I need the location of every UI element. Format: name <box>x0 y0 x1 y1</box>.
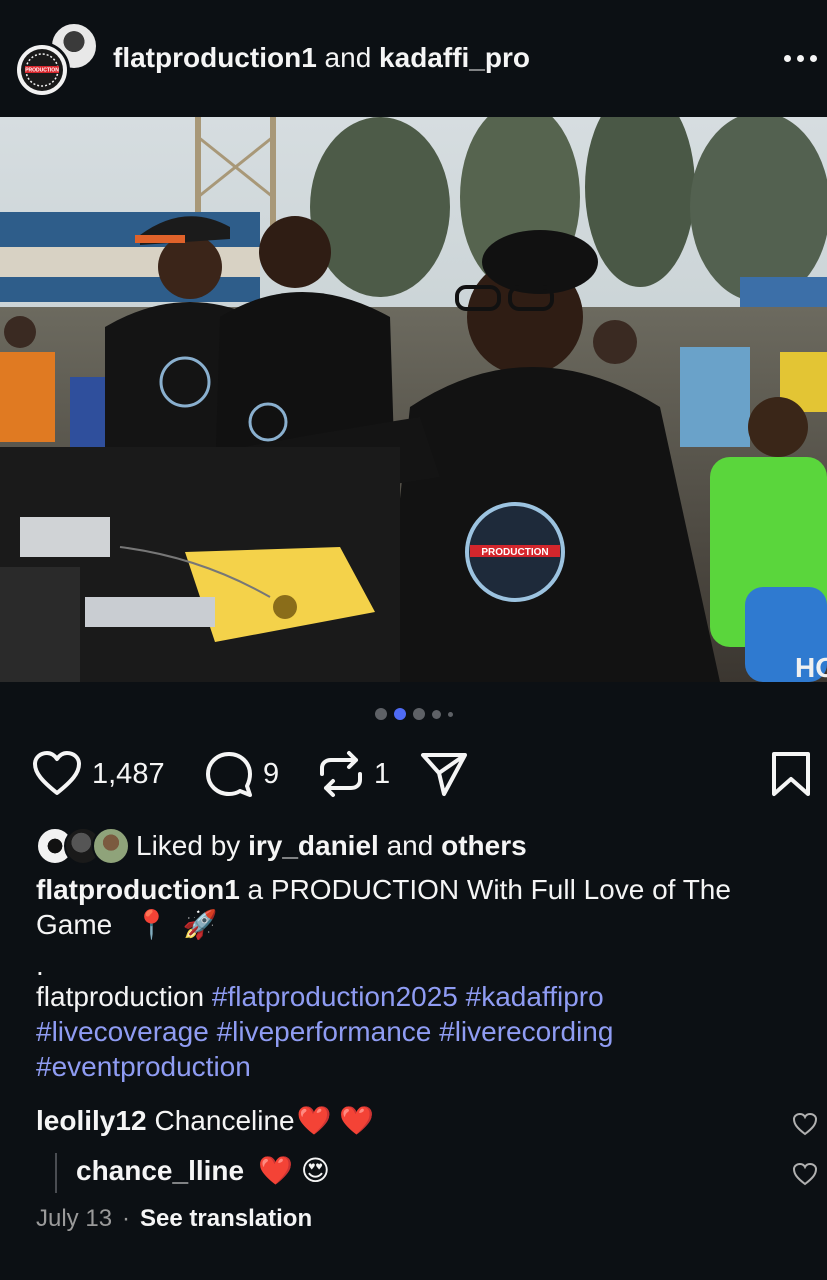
carousel-dot[interactable] <box>374 708 387 720</box>
caption-username[interactable]: flatproduction1 <box>36 874 240 905</box>
carousel-indicator[interactable] <box>0 706 827 722</box>
caption-text: a PRODUCTION With Full Love of The <box>247 874 731 905</box>
caption-text-line2: Game <box>36 909 113 940</box>
liked-by-user-link[interactable]: iry_daniel <box>248 830 379 861</box>
comment-like-heart-icon[interactable] <box>792 1112 818 1136</box>
repost-action[interactable]: 1 <box>318 745 390 803</box>
carousel-dot[interactable] <box>412 708 425 720</box>
comment-icon[interactable] <box>205 750 253 798</box>
like-action[interactable]: 1,487 <box>32 745 165 803</box>
reply-username[interactable]: chance_lline <box>76 1155 244 1187</box>
hashtag-link[interactable]: #liveperformance <box>217 1016 432 1047</box>
flat-production-logo-icon: PRODUCTION <box>21 49 63 91</box>
comment-action[interactable]: 9 <box>205 745 279 803</box>
pin-emoji: 📍 <box>134 909 169 940</box>
liked-by-others-link[interactable]: others <box>441 830 527 861</box>
comment-emoji: ❤️ ❤️ <box>296 1105 375 1136</box>
post-header: PRODUCTION flatproduction1 and kadaffi_p… <box>0 0 827 117</box>
save-action[interactable] <box>770 745 812 803</box>
post-date: July 13 <box>36 1205 113 1232</box>
post-photo[interactable]: HO PRODUCTION <box>0 117 827 682</box>
heart-icon[interactable] <box>32 751 82 797</box>
hashtag-link[interactable]: #livecoverage <box>36 1016 209 1047</box>
collab-avatars[interactable]: PRODUCTION <box>14 22 98 98</box>
liker-avatar[interactable] <box>92 827 130 865</box>
repost-count[interactable]: 1 <box>374 758 390 791</box>
post-meta: July 13 · See translation <box>36 1205 312 1233</box>
bookmark-icon[interactable] <box>770 751 812 797</box>
share-action[interactable] <box>420 745 468 803</box>
share-icon[interactable] <box>420 751 468 797</box>
see-translation-link[interactable]: See translation <box>140 1205 312 1233</box>
liked-by-prefix: Liked by <box>136 830 241 861</box>
reply-row[interactable]: chance_lline ❤️ 😍 <box>76 1154 330 1187</box>
author-joiner: and <box>324 42 372 73</box>
hashtag-link[interactable]: #liverecording <box>439 1016 613 1047</box>
svg-text:HO: HO <box>795 652 827 682</box>
reply-emoji: ❤️ 😍 <box>258 1155 330 1186</box>
caption-dot: . <box>36 950 44 981</box>
reply-thread-line <box>55 1153 57 1193</box>
dj-crowd-image: HO PRODUCTION <box>0 117 827 682</box>
liked-by-joiner: and <box>386 830 434 861</box>
liked-by-text: Liked by iry_daniel and others <box>136 830 527 862</box>
carousel-dot[interactable] <box>431 709 441 719</box>
meta-separator: · <box>122 1205 131 1232</box>
reply-like-heart-icon[interactable] <box>792 1162 818 1186</box>
comment-count[interactable]: 9 <box>263 758 279 791</box>
liked-by-row[interactable]: Liked by iry_daniel and others <box>36 826 527 866</box>
carousel-dot[interactable] <box>447 711 453 717</box>
caption-plain: flatproduction <box>36 981 205 1012</box>
comment-text: Chanceline <box>154 1104 295 1136</box>
post-caption: flatproduction1 a PRODUCTION With Full L… <box>36 872 806 1084</box>
action-bar: 1,487 9 1 <box>0 745 827 803</box>
hashtag-link[interactable]: #kadaffipro <box>466 981 604 1012</box>
author-link-kadaffi-pro[interactable]: kadaffi_pro <box>379 42 530 73</box>
hashtag-link[interactable]: #flatproduction2025 <box>212 981 458 1012</box>
avatar-flatproduction1[interactable]: PRODUCTION <box>14 42 70 98</box>
comment-row[interactable]: leolily12 Chanceline ❤️ ❤️ <box>36 1104 374 1137</box>
svg-text:PRODUCTION: PRODUCTION <box>25 68 59 74</box>
carousel-dot-active[interactable] <box>393 708 406 720</box>
repost-icon[interactable] <box>318 750 364 798</box>
like-count[interactable]: 1,487 <box>92 758 165 791</box>
svg-text:PRODUCTION: PRODUCTION <box>481 547 548 558</box>
rocket-emoji: 🚀 <box>182 909 218 940</box>
comment-username[interactable]: leolily12 <box>36 1105 147 1137</box>
hashtag-link[interactable]: #eventproduction <box>36 1051 251 1082</box>
author-link-flatproduction1[interactable]: flatproduction1 <box>113 42 317 73</box>
post-authors: flatproduction1 and kadaffi_pro <box>113 40 530 76</box>
more-icon[interactable] <box>778 46 822 70</box>
